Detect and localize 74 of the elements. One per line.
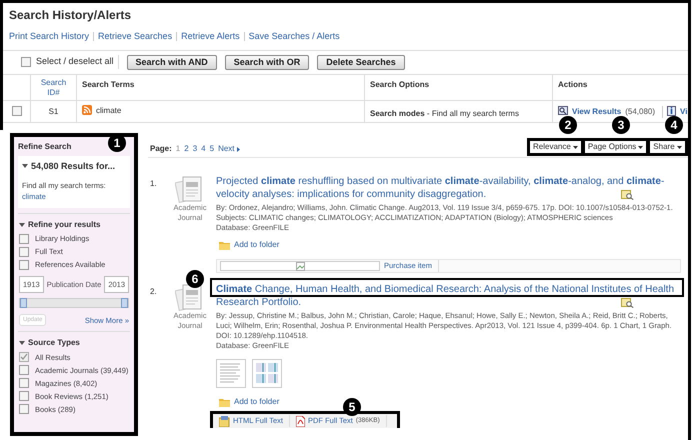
column-header: Actions (558, 80, 588, 88)
folder-icon[interactable] (219, 398, 230, 406)
result-title-link[interactable]: Projected climate reshuffling based on multivariate climate-availability, climate-analog, and climate-velocity analyses: implications for community disaggregation. (216, 175, 681, 201)
column-header: Search Options (370, 80, 430, 88)
section-heading: Refine your results (28, 219, 100, 231)
caret-icon[interactable] (19, 340, 25, 346)
link[interactable]: Retrieve Alerts (181, 30, 240, 44)
result-count: (54,080) (625, 106, 656, 118)
arrow-icon (236, 146, 240, 152)
page-link[interactable]: 2 (184, 143, 189, 155)
checkbox[interactable] (19, 260, 29, 270)
result-number: 2. (150, 286, 158, 298)
column-header: Search Terms (82, 80, 134, 88)
checkbox[interactable] (19, 234, 29, 244)
next-page-link[interactable]: Next (218, 143, 240, 155)
preview-icon[interactable] (621, 190, 634, 200)
section-heading: Source Types (28, 337, 80, 350)
checkbox[interactable] (19, 378, 29, 388)
page-link[interactable]: 3 (192, 143, 198, 155)
callout-number: 6 (186, 270, 204, 288)
result-number: 1. (150, 178, 158, 190)
search-options-text: Search modes - Find all my search terms (370, 108, 519, 118)
html-document-icon[interactable] (219, 416, 230, 426)
section-heading: 54,080 Results for... (31, 160, 116, 173)
search-term: climate (96, 104, 122, 116)
checkbox-label: Select / deselect all (36, 55, 114, 68)
dropdown-menu-button[interactable]: Relevance (530, 141, 581, 153)
preview-icon[interactable] (621, 298, 634, 308)
column-header[interactable]: Search ID# (40, 78, 66, 100)
toolbar-button[interactable]: Search with OR (224, 54, 310, 70)
toolbar-button[interactable]: Delete Searches (317, 54, 405, 70)
callout-number: 2 (559, 116, 577, 134)
view-results-link[interactable]: View Results (572, 106, 622, 118)
caret-icon (572, 146, 578, 148)
dropdown-menu-button[interactable]: Share (650, 141, 685, 153)
callout-number: 5 (343, 398, 361, 416)
toolbar-button[interactable]: Search with AND (126, 54, 217, 70)
info-icon[interactable] (667, 106, 676, 116)
checkbox[interactable] (12, 106, 22, 116)
dropdown-menu-button[interactable]: Page Options (584, 141, 646, 153)
pagination-label: Page: (150, 143, 172, 155)
slider-track[interactable] (19, 298, 129, 308)
link[interactable]: Save Searches / Alerts (248, 30, 340, 44)
callout-number: 3 (612, 116, 630, 134)
figure-thumbnail[interactable] (216, 359, 246, 388)
magnifier-icon[interactable] (558, 106, 568, 114)
checkbox[interactable] (19, 365, 29, 376)
checkbox[interactable] (19, 247, 29, 257)
checkbox[interactable] (21, 57, 31, 67)
page-title: Search History/Alerts (8, 7, 132, 24)
slider-handle[interactable] (121, 298, 128, 308)
caret-icon (676, 146, 682, 148)
checkbox[interactable] (19, 352, 29, 362)
link[interactable]: Retrieve Searches (98, 30, 172, 44)
table-cell-text: S1 (48, 106, 58, 118)
panel-title: Refine Search (18, 141, 72, 153)
callout-number: 4 (665, 116, 683, 134)
pdf-icon[interactable] (296, 416, 306, 426)
figure-thumbnail[interactable] (252, 359, 282, 388)
checkbox[interactable] (19, 404, 29, 414)
folder-icon[interactable] (219, 240, 230, 250)
caret-icon[interactable] (19, 222, 25, 228)
page-link[interactable]: 4 (201, 143, 206, 155)
page-link[interactable]: 5 (210, 143, 214, 155)
link[interactable]: Print Search History (9, 30, 90, 44)
checkbox[interactable] (19, 391, 29, 402)
add-to-folder-link[interactable]: Add to folder (219, 239, 280, 251)
add-to-folder-link[interactable]: Add to folder (219, 396, 280, 408)
result-title-link[interactable]: Climate Change, Human Health, and Biomedical Research: Analysis of the National Institutes of Health Research Portfolio. (216, 283, 681, 309)
caret-icon (638, 146, 644, 148)
action-link[interactable]: Vi (680, 106, 688, 118)
slider-handle[interactable] (20, 298, 27, 308)
rss-icon[interactable] (82, 104, 92, 114)
caret-icon[interactable] (22, 164, 28, 170)
